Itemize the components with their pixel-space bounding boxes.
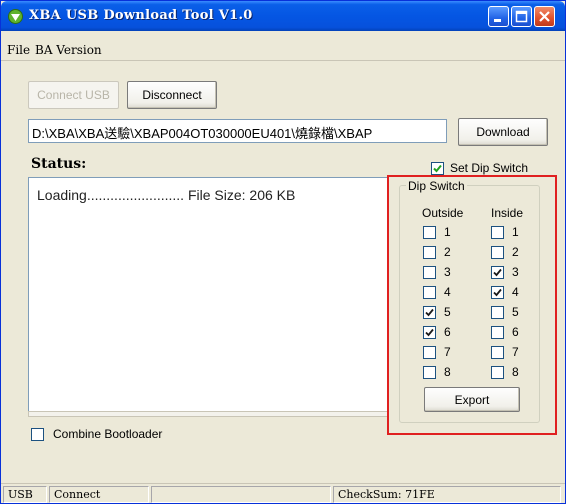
- close-icon: [539, 11, 550, 22]
- status-log[interactable]: Loading......................... File Si…: [28, 177, 388, 413]
- set-dip-switch-label: Set Dip Switch: [450, 161, 529, 175]
- combine-bootloader-label: Combine Bootloader: [53, 427, 163, 441]
- minimize-icon: [494, 19, 501, 22]
- maximize-icon: [515, 10, 528, 23]
- menu-file[interactable]: File: [7, 43, 30, 57]
- statusbar-connect: Connect: [49, 486, 149, 503]
- status-label: Status:: [31, 156, 87, 172]
- connect-usb-button[interactable]: Connect USB: [28, 81, 119, 109]
- file-path-field[interactable]: D:\XBA\XBA送驗\XBAP004OT030000EU401\燒錄檔\XB…: [28, 119, 447, 143]
- statusbar-usb: USB: [3, 486, 47, 503]
- statusbar-checksum: CheckSum: 71FE: [333, 486, 561, 503]
- title-bar[interactable]: XBA USB Download Tool V1.0: [1, 1, 565, 31]
- disconnect-button[interactable]: Disconnect: [127, 81, 217, 109]
- set-dip-switch-checkbox[interactable]: [431, 162, 444, 175]
- checkmark-icon: [433, 164, 442, 173]
- app-window: XBA USB Download Tool V1.0 File BA Versi…: [0, 0, 566, 504]
- close-button[interactable]: [534, 6, 555, 27]
- minimize-button[interactable]: [488, 6, 509, 27]
- status-bar: USB Connect CheckSum: 71FE: [1, 483, 565, 503]
- download-button[interactable]: Download: [458, 118, 548, 146]
- maximize-button[interactable]: [511, 6, 532, 27]
- combine-bootloader-checkbox[interactable]: [31, 428, 44, 441]
- horizontal-scrollbar[interactable]: [28, 411, 388, 417]
- menu-ba-version[interactable]: BA Version: [35, 43, 102, 57]
- dip-switch-highlight: [387, 175, 557, 435]
- window-title: XBA USB Download Tool V1.0: [29, 8, 253, 23]
- app-icon: [8, 9, 23, 24]
- menu-bar: File BA Version: [1, 39, 565, 61]
- status-message: Loading......................... File Si…: [37, 187, 296, 203]
- statusbar-empty: [151, 486, 331, 503]
